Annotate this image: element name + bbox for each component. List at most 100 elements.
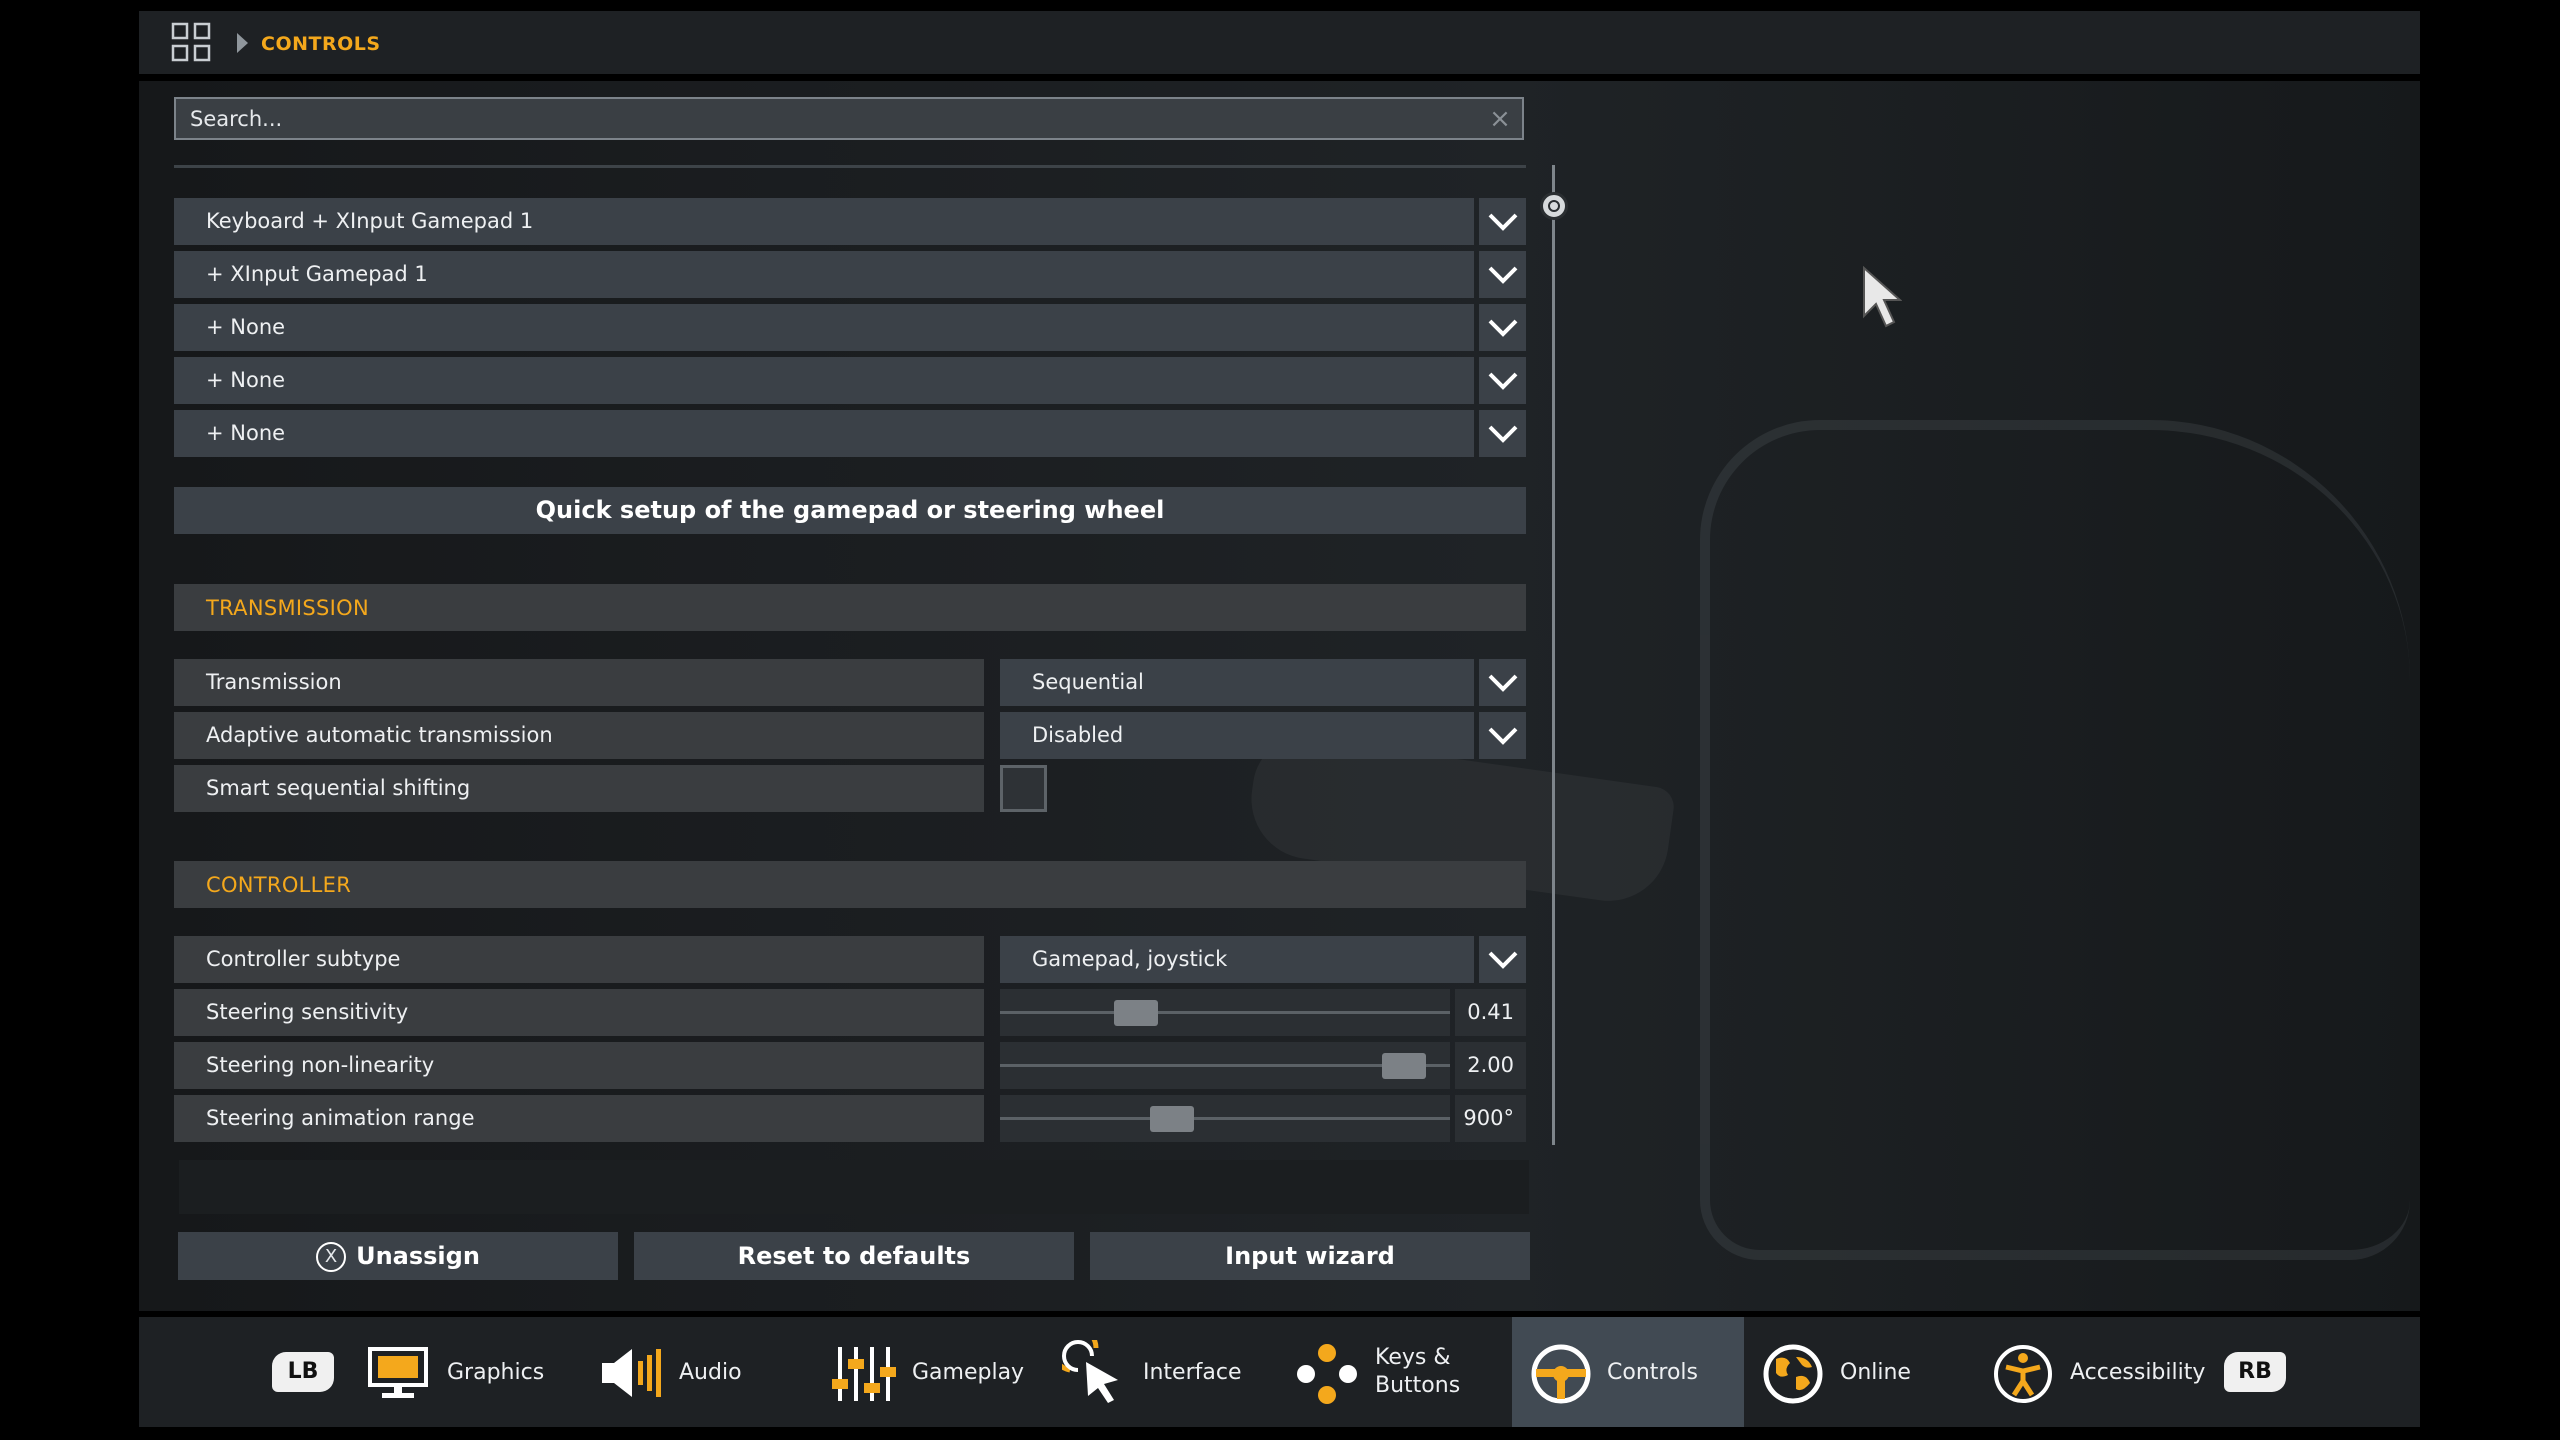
input-wizard-button[interactable]: Input wizard — [1090, 1232, 1530, 1280]
nav-label-interface[interactable]: Interface — [1143, 1360, 1242, 1385]
setting-label: Smart sequential shifting — [206, 776, 471, 800]
setting-transmission: Transmission — [174, 659, 984, 706]
controller-subtype-select[interactable]: Gamepad, joystick — [1000, 936, 1474, 983]
speaker-icon — [602, 1349, 661, 1397]
background-car-image — [1700, 420, 2410, 1260]
slider-value-text: 0.41 — [1467, 1000, 1514, 1024]
device-select-1[interactable]: Keyboard + XInput Gamepad 1 — [174, 198, 1474, 245]
steering-nonlinearity-slider[interactable] — [1000, 1042, 1450, 1089]
monitor-icon — [368, 1347, 428, 1398]
breadcrumb-arrow-icon — [237, 33, 248, 53]
nav-item-interface[interactable] — [1049, 1323, 1126, 1406]
nav-item-audio[interactable] — [598, 1343, 668, 1403]
select-value: Sequential — [1032, 670, 1144, 694]
device-label: + XInput Gamepad 1 — [206, 262, 428, 286]
search-input[interactable] — [174, 97, 1524, 140]
setting-steering-animation-range: Steering animation range — [174, 1095, 984, 1142]
device-label: + None — [206, 315, 286, 339]
setting-steering-sensitivity: Steering sensitivity — [174, 989, 984, 1036]
nav-label-gameplay[interactable]: Gameplay — [912, 1360, 1024, 1385]
wizard-label: Input wizard — [1225, 1242, 1395, 1270]
device-select-5[interactable]: + None — [174, 410, 1474, 457]
quick-setup-label: Quick setup of the gamepad or steering w… — [535, 496, 1165, 524]
slider-value: 0.41 — [1455, 989, 1526, 1036]
setting-steering-nonlinearity: Steering non-linearity — [174, 1042, 984, 1089]
select-value: Gamepad, joystick — [1032, 947, 1228, 971]
nav-item-online[interactable] — [1762, 1343, 1824, 1405]
device-label: + None — [206, 368, 286, 392]
slider-track — [1000, 1117, 1450, 1120]
chevron-down-icon[interactable] — [1479, 251, 1526, 298]
chevron-down-icon[interactable] — [1479, 712, 1526, 759]
scroll-handle-ring-icon — [1548, 200, 1560, 212]
quick-setup-button[interactable]: Quick setup of the gamepad or steering w… — [174, 487, 1526, 534]
slider-value: 2.00 — [1455, 1042, 1526, 1089]
device-select-2[interactable]: + XInput Gamepad 1 — [174, 251, 1474, 298]
section-controller: CONTROLLER — [174, 861, 1526, 908]
globe-icon — [1763, 1344, 1823, 1404]
smart-sequential-checkbox[interactable] — [1000, 765, 1047, 812]
chevron-down-icon[interactable] — [1479, 198, 1526, 245]
nav-item-controls[interactable] — [1530, 1343, 1592, 1405]
setting-controller-subtype: Controller subtype — [174, 936, 984, 983]
transmission-select[interactable]: Sequential — [1000, 659, 1474, 706]
slider-handle[interactable] — [1114, 1000, 1158, 1026]
nav-item-keys-buttons[interactable] — [1296, 1343, 1358, 1405]
steering-wheel-icon — [1531, 1344, 1591, 1404]
chevron-down-icon[interactable] — [1479, 357, 1526, 404]
device-label: + None — [206, 421, 286, 445]
slider-handle[interactable] — [1150, 1106, 1194, 1132]
nav-item-gameplay[interactable] — [830, 1343, 896, 1405]
accessibility-icon — [1994, 1345, 2052, 1403]
scrollbar[interactable] — [1552, 165, 1555, 1145]
slider-value: 900° — [1455, 1095, 1526, 1142]
slider-handle[interactable] — [1382, 1053, 1426, 1079]
lb-button-icon[interactable]: LB — [272, 1352, 334, 1392]
nav-label-audio[interactable]: Audio — [679, 1360, 742, 1385]
gamepad-x-button-icon: X — [316, 1241, 347, 1272]
chevron-down-icon[interactable] — [1479, 304, 1526, 351]
select-value: Disabled — [1032, 723, 1124, 747]
grid-menu-icon[interactable] — [171, 22, 211, 62]
breadcrumb: CONTROLS — [261, 33, 381, 55]
steering-sensitivity-slider[interactable] — [1000, 989, 1450, 1036]
device-select-4[interactable]: + None — [174, 357, 1474, 404]
nav-label-graphics[interactable]: Graphics — [447, 1360, 544, 1385]
chevron-down-icon[interactable] — [1479, 410, 1526, 457]
description-box — [179, 1160, 1529, 1214]
unassign-label: Unassign — [356, 1242, 480, 1270]
slider-value-text: 900° — [1463, 1106, 1514, 1130]
nav-label-controls[interactable]: Controls — [1607, 1360, 1698, 1385]
device-select-3[interactable]: + None — [174, 304, 1474, 351]
adaptive-transmission-select[interactable]: Disabled — [1000, 712, 1474, 759]
setting-label: Steering animation range — [206, 1106, 475, 1130]
section-heading: CONTROLLER — [206, 873, 352, 897]
unassign-button[interactable]: X Unassign — [178, 1232, 618, 1280]
pointer-icon — [1049, 1323, 1118, 1403]
steering-animation-range-slider[interactable] — [1000, 1095, 1450, 1142]
nav-item-accessibility[interactable] — [1992, 1343, 2054, 1405]
search-placeholder: Search... — [190, 107, 283, 131]
sliders-icon — [832, 1347, 896, 1401]
reset-defaults-button[interactable]: Reset to defaults — [634, 1232, 1074, 1280]
setting-label: Controller subtype — [206, 947, 401, 971]
nav-label-keys-buttons-1[interactable]: Keys & — [1375, 1345, 1451, 1370]
rb-button-icon[interactable]: RB — [2224, 1352, 2286, 1392]
close-icon[interactable]: × — [1488, 106, 1512, 132]
nav-label-keys-buttons-2[interactable]: Buttons — [1375, 1373, 1460, 1398]
setting-smart-sequential: Smart sequential shifting — [174, 765, 984, 812]
reset-label: Reset to defaults — [737, 1242, 971, 1270]
section-heading: TRANSMISSION — [206, 596, 369, 620]
nav-item-graphics[interactable] — [364, 1345, 434, 1403]
section-transmission: TRANSMISSION — [174, 584, 1526, 631]
chevron-down-icon[interactable] — [1479, 659, 1526, 706]
nav-label-accessibility[interactable]: Accessibility — [2070, 1360, 2205, 1385]
nav-label-online[interactable]: Online — [1840, 1360, 1911, 1385]
setting-adaptive-transmission: Adaptive automatic transmission — [174, 712, 984, 759]
chevron-down-icon[interactable] — [1479, 936, 1526, 983]
top-bar — [139, 11, 2420, 74]
setting-label: Transmission — [206, 670, 342, 694]
device-label: Keyboard + XInput Gamepad 1 — [206, 209, 534, 233]
setting-label: Adaptive automatic transmission — [206, 723, 553, 747]
setting-label: Steering non-linearity — [206, 1053, 435, 1077]
